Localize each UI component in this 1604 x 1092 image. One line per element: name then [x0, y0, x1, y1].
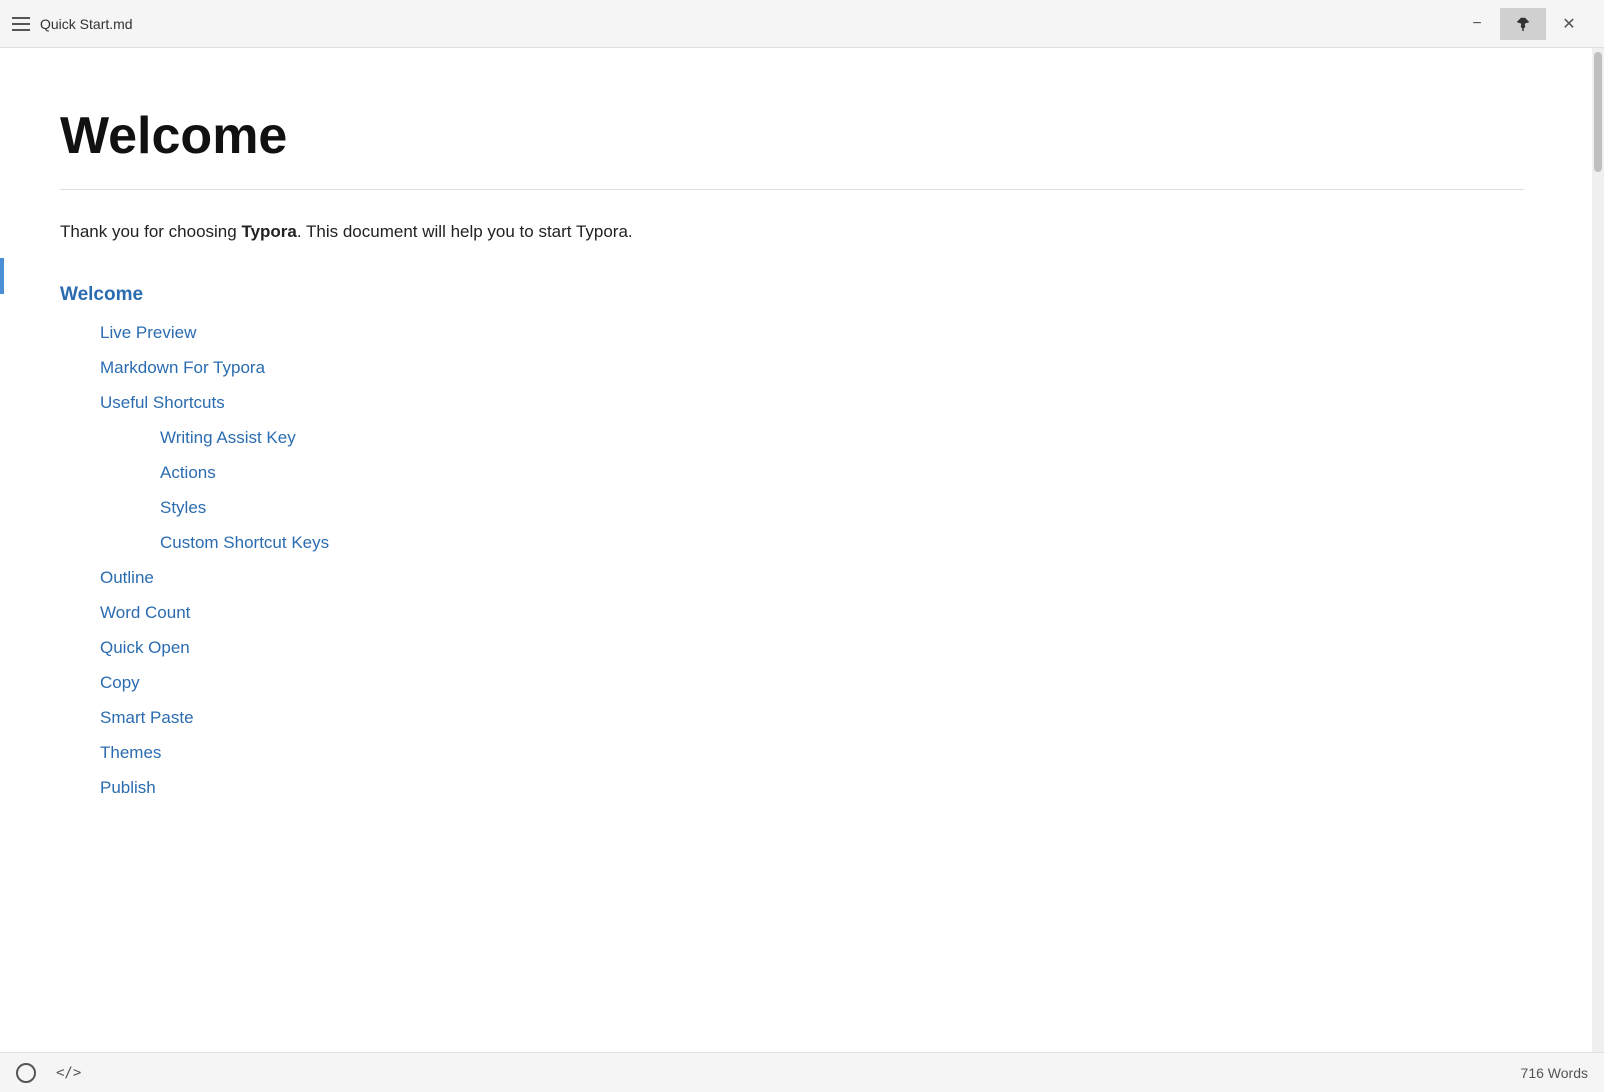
menu-icon[interactable] — [12, 17, 30, 31]
window-title: Quick Start.md — [40, 16, 133, 32]
title-bar-left: Quick Start.md — [12, 16, 133, 32]
window-controls: − ✕ — [1454, 8, 1592, 40]
toc-copy[interactable]: Copy — [60, 674, 1524, 691]
toc-themes[interactable]: Themes — [60, 744, 1524, 761]
intro-text-after: . This document will help you to start T… — [297, 222, 633, 241]
toc-useful-shortcuts[interactable]: Useful Shortcuts — [60, 394, 1524, 411]
intro-text-before: Thank you for choosing — [60, 222, 241, 241]
toc-styles[interactable]: Styles — [60, 499, 1524, 516]
toc-quick-open[interactable]: Quick Open — [60, 639, 1524, 656]
toc-outline[interactable]: Outline — [60, 569, 1524, 586]
toc-smart-paste[interactable]: Smart Paste — [60, 709, 1524, 726]
toc-word-count[interactable]: Word Count — [60, 604, 1524, 621]
word-count-status: 716 Words — [1521, 1065, 1588, 1081]
scrollbar-thumb[interactable] — [1594, 52, 1602, 172]
pin-button[interactable] — [1500, 8, 1546, 40]
intro-brand: Typora — [241, 222, 296, 241]
title-bar: Quick Start.md − ✕ — [0, 0, 1604, 48]
toc-live-preview[interactable]: Live Preview — [60, 324, 1524, 341]
toc-publish[interactable]: Publish — [60, 779, 1524, 796]
scrollbar[interactable] — [1592, 48, 1604, 1052]
intro-paragraph: Thank you for choosing Typora. This docu… — [60, 218, 1524, 245]
main-container: Welcome Thank you for choosing Typora. T… — [0, 48, 1604, 1052]
toc-writing-assist-key[interactable]: Writing Assist Key — [60, 429, 1524, 446]
status-bar: </> 716 Words — [0, 1052, 1604, 1092]
toc-custom-shortcut-keys[interactable]: Custom Shortcut Keys — [60, 534, 1524, 551]
toc-actions[interactable]: Actions — [60, 464, 1524, 481]
table-of-contents: Welcome Live Preview Markdown For Typora Us… — [60, 285, 1524, 796]
toc-markdown-for-typora[interactable]: Markdown For Typora — [60, 359, 1524, 376]
heading-divider — [60, 189, 1524, 190]
code-icon[interactable]: </> — [56, 1065, 81, 1081]
close-button[interactable]: ✕ — [1546, 8, 1592, 40]
content-area: Welcome Thank you for choosing Typora. T… — [0, 48, 1604, 1052]
toc-welcome[interactable]: Welcome — [60, 285, 1524, 304]
welcome-heading: Welcome — [60, 108, 1524, 165]
minimize-button[interactable]: − — [1454, 8, 1500, 40]
status-bar-left: </> — [16, 1063, 81, 1083]
circle-icon[interactable] — [16, 1063, 36, 1083]
